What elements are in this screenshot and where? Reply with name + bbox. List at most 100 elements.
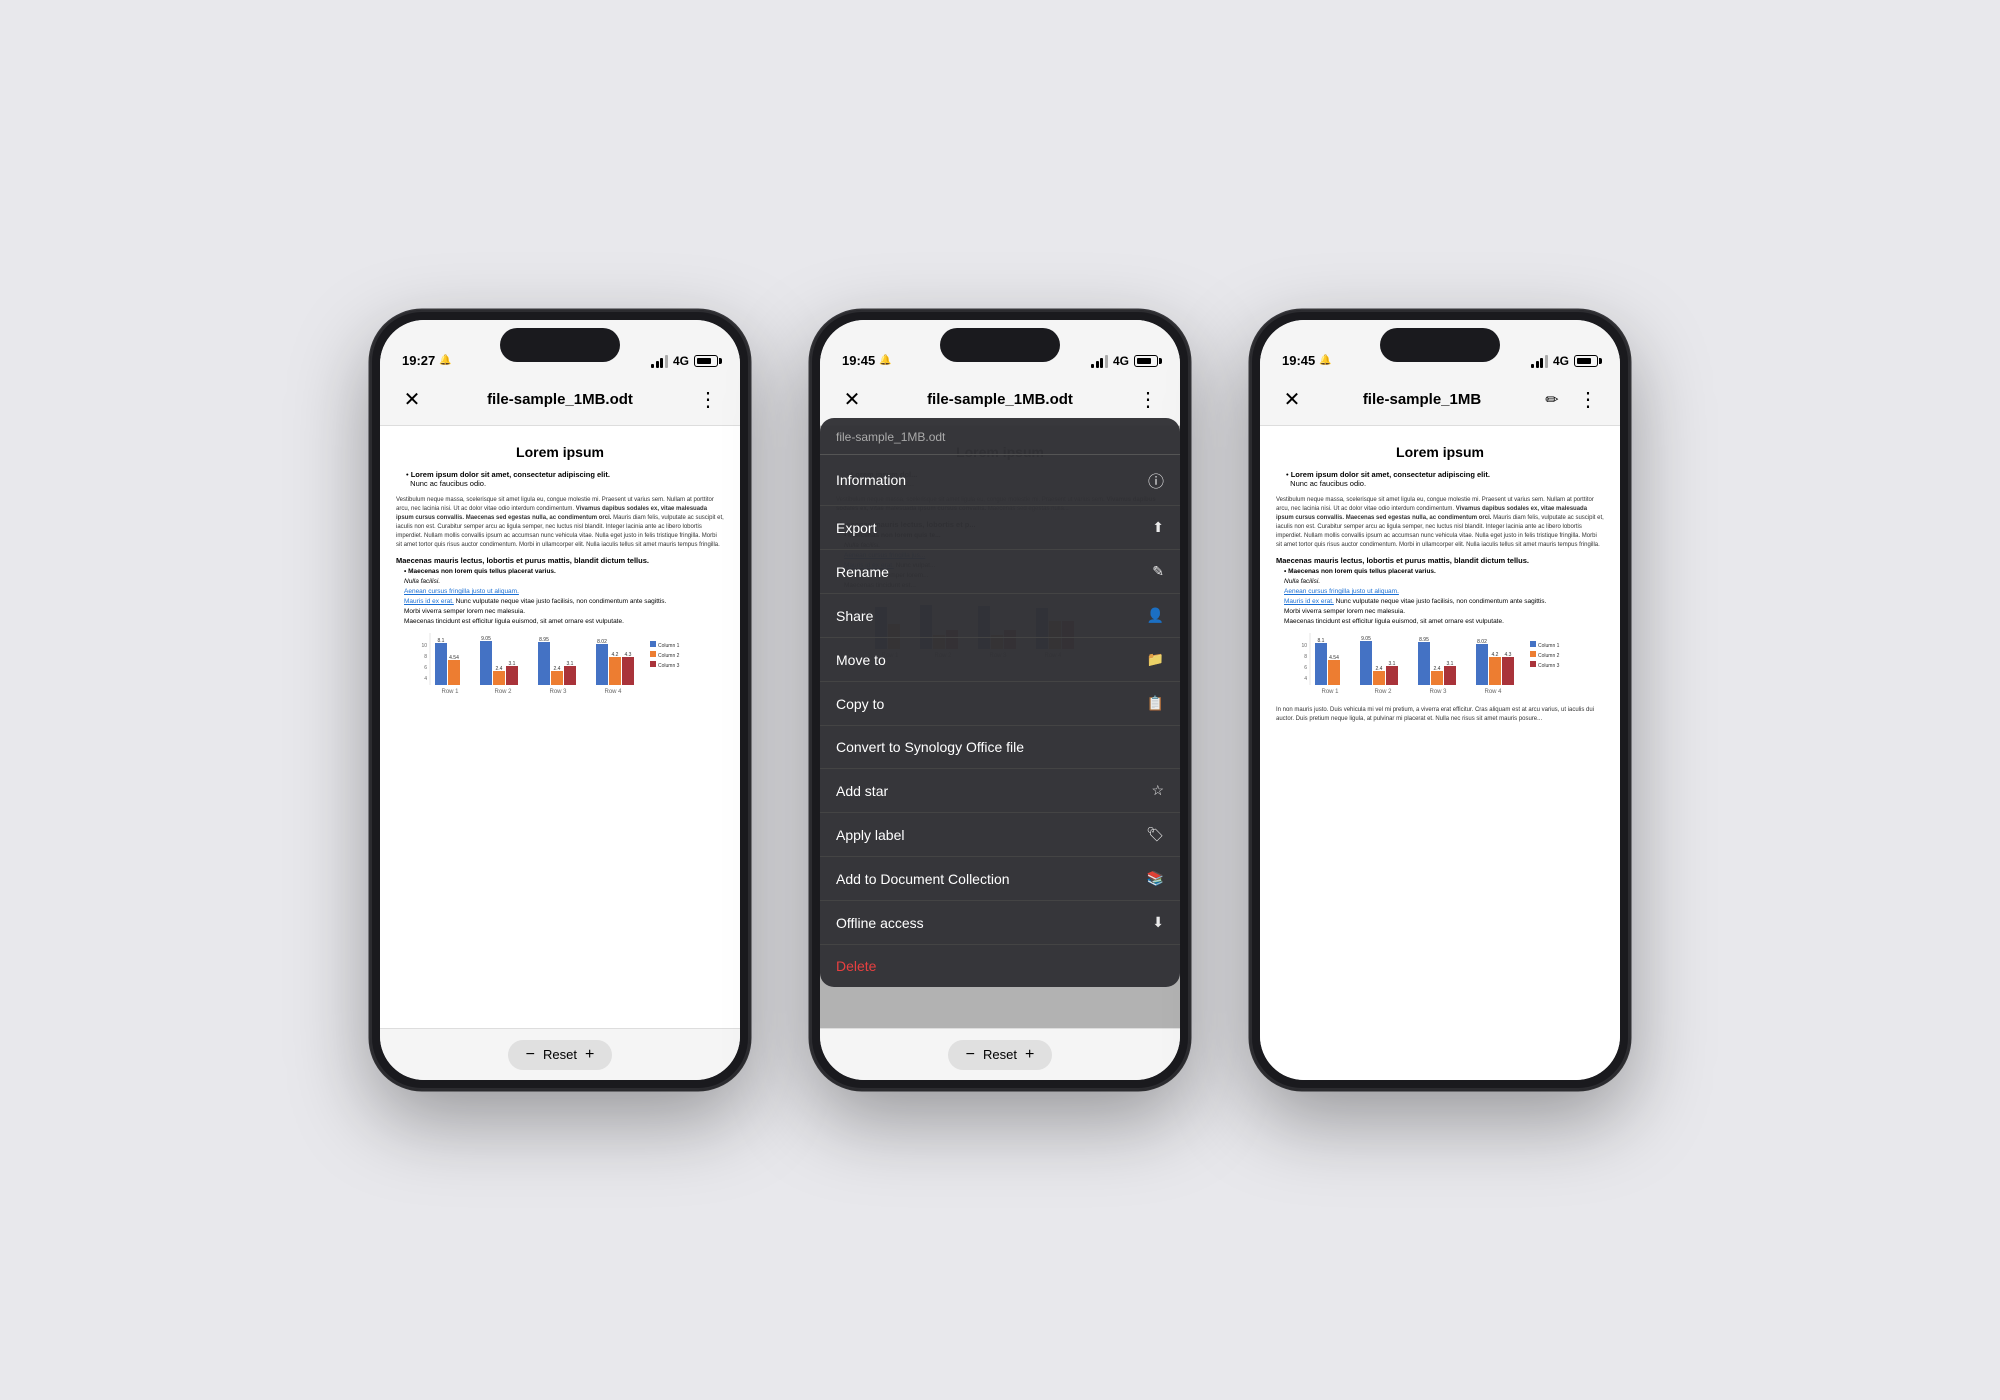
reset-control[interactable]: − Reset +: [508, 1040, 613, 1070]
information-icon: ⓘ: [1148, 468, 1164, 492]
time-3: 19:45: [1282, 353, 1315, 368]
document-title: file-sample_1MB.odt: [428, 391, 692, 408]
more-button-2[interactable]: ⋮: [1132, 384, 1164, 416]
svg-text:4.3: 4.3: [625, 652, 632, 658]
doc-subheading-3: Maecenas mauris lectus, lobortis et puru…: [1276, 556, 1604, 565]
plus-icon[interactable]: +: [585, 1046, 594, 1064]
menu-item-offline[interactable]: Offline access ⬇: [820, 901, 1180, 945]
doc-heading: Lorem ipsum: [396, 444, 724, 460]
svg-text:4.2: 4.2: [1492, 652, 1499, 658]
menu-item-addstar-label: Add star: [836, 783, 888, 799]
share-icon: 👤: [1147, 607, 1164, 624]
svg-text:Row 1: Row 1: [1321, 689, 1339, 695]
bottom-bar-2: − Reset +: [820, 1028, 1180, 1080]
star-icon: ☆: [1151, 782, 1164, 799]
menu-item-copyto[interactable]: Copy to 📋: [820, 682, 1180, 726]
phone-1: 19:27 🔔 4G ✕ file-sample_1MB.odt ⋮: [370, 310, 750, 1090]
dynamic-island-3: [1380, 328, 1500, 362]
rename-icon: ✎: [1152, 563, 1164, 580]
list-item: Mauris id ex erat. Nunc vulputate neque …: [404, 598, 724, 605]
list-item-3e: Morbi viverra semper lorem nec malesuia.: [1284, 608, 1604, 615]
edit-button[interactable]: ✏: [1536, 384, 1568, 416]
menu-item-addcollection[interactable]: Add to Document Collection 📚: [820, 857, 1180, 901]
menu-item-convert-label: Convert to Synology Office file: [836, 739, 1024, 755]
svg-text:Column 1: Column 1: [658, 643, 680, 649]
menu-filename: file-sample_1MB.odt: [820, 418, 1180, 455]
svg-text:8.02: 8.02: [1477, 639, 1487, 645]
svg-text:4.54: 4.54: [449, 655, 459, 661]
minus-icon[interactable]: −: [526, 1046, 535, 1064]
svg-text:8.1: 8.1: [1318, 638, 1325, 644]
svg-text:2.4: 2.4: [1434, 666, 1441, 672]
doc-bullet: • Lorem ipsum dolor sit amet, consectetu…: [396, 470, 724, 488]
menu-item-applylabel[interactable]: Apply label 🏷: [820, 813, 1180, 857]
menu-item-rename-label: Rename: [836, 564, 889, 580]
title-bar-3: ✕ file-sample_1MB ✏ ⋮: [1260, 374, 1620, 426]
close-button[interactable]: ✕: [396, 384, 428, 416]
svg-text:Row 2: Row 2: [1374, 689, 1392, 695]
menu-item-moveto[interactable]: Move to 📁: [820, 638, 1180, 682]
menu-item-convert[interactable]: Convert to Synology Office file: [820, 726, 1180, 769]
collection-icon: 📚: [1147, 870, 1164, 887]
doc-paragraph: Vestibulum neque massa, scelerisque sit …: [396, 496, 724, 550]
svg-text:Column 2: Column 2: [658, 653, 680, 659]
more-button[interactable]: ⋮: [692, 384, 724, 416]
list-item-3d: Mauris id ex erat. Nunc vulputate neque …: [1284, 598, 1604, 605]
svg-text:4.3: 4.3: [1505, 652, 1512, 658]
doc-bullet-normal: Nunc ac faucibus odio.: [410, 479, 486, 488]
svg-text:Row 2: Row 2: [494, 689, 512, 695]
context-menu: file-sample_1MB.odt Information ⓘ Export…: [820, 418, 1180, 987]
svg-text:3.1: 3.1: [567, 661, 574, 667]
plus-icon-2[interactable]: +: [1025, 1046, 1034, 1064]
svg-text:8: 8: [424, 654, 427, 660]
menu-item-copyto-label: Copy to: [836, 696, 884, 712]
close-button-2[interactable]: ✕: [836, 384, 868, 416]
document-content: Lorem ipsum • Lorem ipsum dolor sit amet…: [380, 426, 740, 1028]
bottom-bar: − Reset +: [380, 1028, 740, 1080]
chart: Row 1 Row 2 Row 3 Row 4 10 8 6 4 Column …: [396, 633, 724, 698]
reset-label-2[interactable]: Reset: [983, 1047, 1017, 1062]
list-item-3c: Aenean cursus fringilla justo ut aliquam…: [1284, 588, 1604, 595]
menu-item-export-label: Export: [836, 520, 876, 536]
menu-item-offline-label: Offline access: [836, 915, 924, 931]
svg-text:4.2: 4.2: [612, 652, 619, 658]
svg-text:2.4: 2.4: [554, 666, 561, 672]
svg-text:2.4: 2.4: [496, 666, 503, 672]
doc-bullet-3: • Lorem ipsum dolor sit amet, consectetu…: [1276, 470, 1604, 488]
reset-label[interactable]: Reset: [543, 1047, 577, 1062]
time-2: 19:45: [842, 353, 875, 368]
menu-item-share-label: Share: [836, 608, 873, 624]
menu-item-information[interactable]: Information ⓘ: [820, 455, 1180, 506]
minus-icon-2[interactable]: −: [966, 1046, 975, 1064]
network-label-3: 4G: [1553, 354, 1569, 368]
doc-bullet-bold: Lorem ipsum dolor sit amet, consectetur …: [411, 470, 610, 479]
menu-item-export[interactable]: Export ⬆: [820, 506, 1180, 550]
signal-icon-2: [1091, 355, 1108, 368]
extra-paragraph: In non mauris justo. Duis vehicula mi ve…: [1276, 706, 1604, 724]
menu-item-information-label: Information: [836, 472, 906, 488]
bell-icon: 🔔: [439, 355, 451, 366]
copyto-icon: 📋: [1147, 695, 1164, 712]
more-button-3[interactable]: ⋮: [1572, 384, 1604, 416]
svg-text:Column 3: Column 3: [1538, 663, 1560, 669]
list-item: Maecenas tincidunt est efficitur ligula …: [404, 618, 724, 625]
network-label: 4G: [673, 354, 689, 368]
document-title-2: file-sample_1MB.odt: [868, 391, 1132, 408]
close-button-3[interactable]: ✕: [1276, 384, 1308, 416]
menu-item-addstar[interactable]: Add star ☆: [820, 769, 1180, 813]
menu-item-applylabel-label: Apply label: [836, 827, 905, 843]
svg-text:Column 1: Column 1: [1538, 643, 1560, 649]
svg-text:9.05: 9.05: [1361, 636, 1371, 642]
svg-text:6: 6: [1304, 665, 1307, 671]
svg-text:8.95: 8.95: [539, 637, 549, 643]
reset-control-2[interactable]: − Reset +: [948, 1040, 1053, 1070]
menu-item-addcollection-label: Add to Document Collection: [836, 871, 1010, 887]
doc-heading-3: Lorem ipsum: [1276, 444, 1604, 460]
menu-item-rename[interactable]: Rename ✎: [820, 550, 1180, 594]
doc-paragraph-3: Vestibulum neque massa, scelerisque sit …: [1276, 496, 1604, 550]
menu-item-share[interactable]: Share 👤: [820, 594, 1180, 638]
menu-item-delete[interactable]: Delete: [820, 945, 1180, 987]
list-item: • Maecenas non lorem quis tellus placera…: [404, 568, 724, 575]
svg-text:Row 4: Row 4: [604, 689, 622, 695]
svg-text:2.4: 2.4: [1376, 666, 1383, 672]
